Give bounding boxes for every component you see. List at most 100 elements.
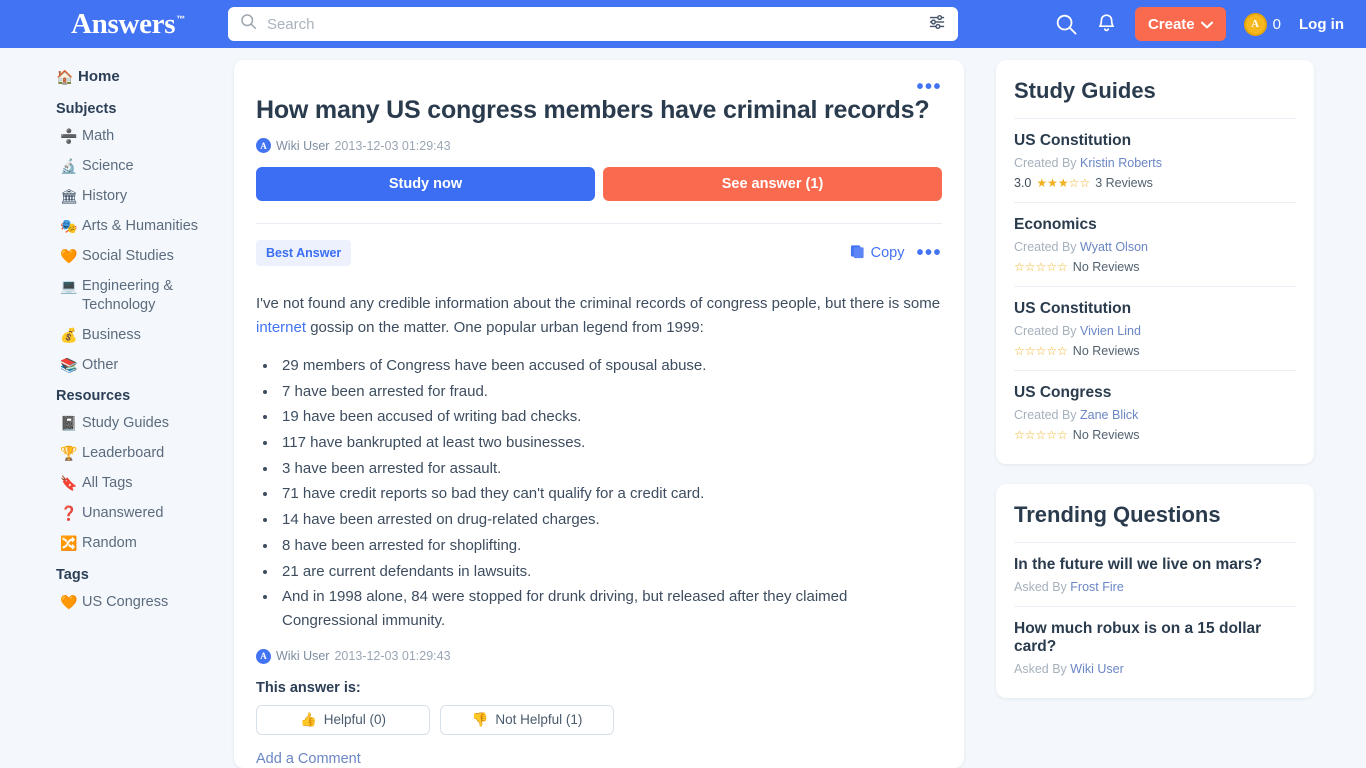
site-logo[interactable]: Answers™ xyxy=(71,7,185,40)
list-item[interactable]: US Constitution Created By Kristin Rober… xyxy=(1014,118,1296,202)
avatar: A xyxy=(256,648,271,664)
login-link[interactable]: Log in xyxy=(1299,16,1344,33)
list-item: 117 have bankrupted at least two busines… xyxy=(278,431,942,455)
all-tags-icon: 🔖 xyxy=(60,475,78,492)
sidebar-item-leaderboard[interactable]: 🏆 Leaderboard xyxy=(0,438,234,468)
sidebar-item-label: Random xyxy=(82,535,137,552)
answer-more-options-icon[interactable]: ••• xyxy=(916,243,942,263)
study-guide-author-line: Created By Wyatt Olson xyxy=(1014,240,1296,254)
sidebar-heading-resources: Resources xyxy=(56,387,131,404)
chevron-down-icon xyxy=(1200,16,1213,33)
list-item[interactable]: In the future will we live on mars? Aske… xyxy=(1014,542,1296,606)
coin-balance[interactable]: A 0 xyxy=(1243,12,1281,36)
sidebar-item-label: Business xyxy=(82,326,141,343)
thumbs-up-icon: 👍 xyxy=(299,711,317,727)
internet-link[interactable]: internet xyxy=(256,319,306,336)
sidebar-item-tag-us-congress[interactable]: 🧡 US Congress xyxy=(0,587,234,617)
page-body: 🏠 Home Subjects ➗ Math 🔬 Science 🏛 Histo… xyxy=(0,48,1366,768)
study-guide-rating: ☆☆☆☆☆ No Reviews xyxy=(1014,260,1296,274)
list-item: 14 have been arrested on drug-related ch… xyxy=(278,508,942,532)
star-rating-icon: ☆☆☆☆☆ xyxy=(1014,260,1068,274)
copy-label: Copy xyxy=(870,245,905,261)
header-search-icon[interactable] xyxy=(1055,13,1078,36)
sidebar-item-science[interactable]: 🔬 Science xyxy=(0,151,234,181)
site-logo-text: Answers xyxy=(71,7,176,40)
sidebar-item-study-guides[interactable]: 📓 Study Guides xyxy=(0,408,234,438)
coin-count: 0 xyxy=(1272,15,1281,33)
trending-question-author[interactable]: Frost Fire xyxy=(1070,580,1123,594)
sidebar-item-other[interactable]: 📚 Other xyxy=(0,350,234,380)
sidebar-item-engineering-technology[interactable]: 💻 Engineering & Technology xyxy=(0,271,234,319)
add-comment-link[interactable]: Add a Comment xyxy=(256,751,942,767)
trending-question-title: How much robux is on a 15 dollar card? xyxy=(1014,620,1262,655)
sidebar-item-arts-humanities[interactable]: 🎭 Arts & Humanities xyxy=(0,211,234,241)
engineering-icon: 💻 xyxy=(60,278,78,295)
list-item[interactable]: US Congress Created By Zane Blick ☆☆☆☆☆ … xyxy=(1014,370,1296,454)
sidebar-item-business[interactable]: 💰 Business xyxy=(0,320,234,350)
right-sidebar: Study Guides US Constitution Created By … xyxy=(980,48,1366,768)
sidebar-item-label: US Congress xyxy=(82,593,169,610)
unanswered-icon: ❓ xyxy=(60,505,78,522)
filter-sliders-icon[interactable] xyxy=(928,14,946,35)
trademark-symbol: ™ xyxy=(176,13,185,24)
trending-question-author[interactable]: Wiki User xyxy=(1070,662,1123,676)
sidebar-item-math[interactable]: ➗ Math xyxy=(0,121,234,151)
study-guides-title: Study Guides xyxy=(1014,78,1156,103)
search-input[interactable] xyxy=(266,15,928,33)
search-bar[interactable] xyxy=(227,7,958,41)
answer-text-before: I've not found any credible information … xyxy=(256,295,941,312)
leaderboard-icon: 🏆 xyxy=(60,445,78,461)
list-item: 8 have been arrested for shoplifting. xyxy=(278,534,942,558)
avatar: A xyxy=(256,138,271,153)
list-item: 3 have been arrested for assault. xyxy=(278,457,942,481)
see-answer-button[interactable]: See answer (1) xyxy=(603,167,942,201)
sidebar-item-label: Home xyxy=(78,68,120,85)
study-guides-card: Study Guides US Constitution Created By … xyxy=(996,60,1314,464)
star-rating-icon: ☆☆☆☆☆ xyxy=(1014,344,1068,358)
notifications-bell-icon[interactable] xyxy=(1096,13,1117,35)
sidebar-item-unanswered[interactable]: ❓ Unanswered xyxy=(0,498,234,528)
sidebar-item-home[interactable]: 🏠 Home xyxy=(0,62,234,93)
sidebar-item-label: Arts & Humanities xyxy=(82,218,199,235)
sidebar-item-social-studies[interactable]: 🧡 Social Studies xyxy=(0,241,234,271)
create-button[interactable]: Create xyxy=(1134,7,1226,41)
coin-icon: A xyxy=(1243,12,1267,36)
sidebar-item-history[interactable]: 🏛 History xyxy=(0,181,234,211)
list-item[interactable]: How much robux is on a 15 dollar card? A… xyxy=(1014,606,1296,688)
review-count: 3 Reviews xyxy=(1095,176,1153,190)
question-more-options-icon[interactable]: ••• xyxy=(916,77,942,97)
list-item: 7 have been arrested for fraud. xyxy=(278,380,942,404)
study-guide-author[interactable]: Zane Blick xyxy=(1080,408,1138,422)
copy-button[interactable]: Copy xyxy=(850,244,905,263)
study-guide-title: US Constitution xyxy=(1014,132,1132,149)
list-item: 19 have been accused of writing bad chec… xyxy=(278,405,942,429)
thumbs-down-icon: 👎 xyxy=(471,711,489,727)
top-header: Answers™ Create xyxy=(0,0,1366,48)
this-answer-is-label: This answer is: xyxy=(256,679,361,696)
study-guide-author[interactable]: Wyatt Olson xyxy=(1080,240,1148,254)
sidebar-item-all-tags[interactable]: 🔖 All Tags xyxy=(0,468,234,498)
list-item: 29 members of Congress have been accused… xyxy=(278,354,942,378)
study-guide-rating: ☆☆☆☆☆ No Reviews xyxy=(1014,428,1296,442)
not-helpful-label: Not Helpful (1) xyxy=(495,712,583,728)
arts-icon: 🎭 xyxy=(60,218,78,235)
list-item[interactable]: Economics Created By Wyatt Olson ☆☆☆☆☆ N… xyxy=(1014,202,1296,286)
business-icon: 💰 xyxy=(60,326,78,343)
sidebar-item-random[interactable]: 🔀 Random xyxy=(0,528,234,558)
study-guide-author[interactable]: Kristin Roberts xyxy=(1080,156,1162,170)
question-author[interactable]: Wiki User xyxy=(276,139,329,153)
study-now-button[interactable]: Study now xyxy=(256,167,595,201)
list-item[interactable]: US Constitution Created By Vivien Lind ☆… xyxy=(1014,286,1296,370)
home-icon: 🏠 xyxy=(56,69,74,85)
answer-paragraph: I've not found any credible information … xyxy=(256,292,942,340)
helpful-button[interactable]: 👍 Helpful (0) xyxy=(256,704,430,735)
trending-questions-title: Trending Questions xyxy=(1014,502,1221,527)
study-guide-rating: 3.0 ★★★☆☆ 3 Reviews xyxy=(1014,176,1296,190)
study-guide-author[interactable]: Vivien Lind xyxy=(1080,324,1141,338)
answer-author[interactable]: Wiki User xyxy=(276,649,329,663)
social-studies-icon: 🧡 xyxy=(60,248,78,265)
not-helpful-button[interactable]: 👎 Not Helpful (1) xyxy=(440,704,614,735)
answer-byline: A Wiki User 2013-12-03 01:29:43 xyxy=(256,648,942,664)
page-title: How many US congress members have crimin… xyxy=(256,96,930,124)
list-item: 71 have credit reports so bad they can't… xyxy=(278,482,942,506)
